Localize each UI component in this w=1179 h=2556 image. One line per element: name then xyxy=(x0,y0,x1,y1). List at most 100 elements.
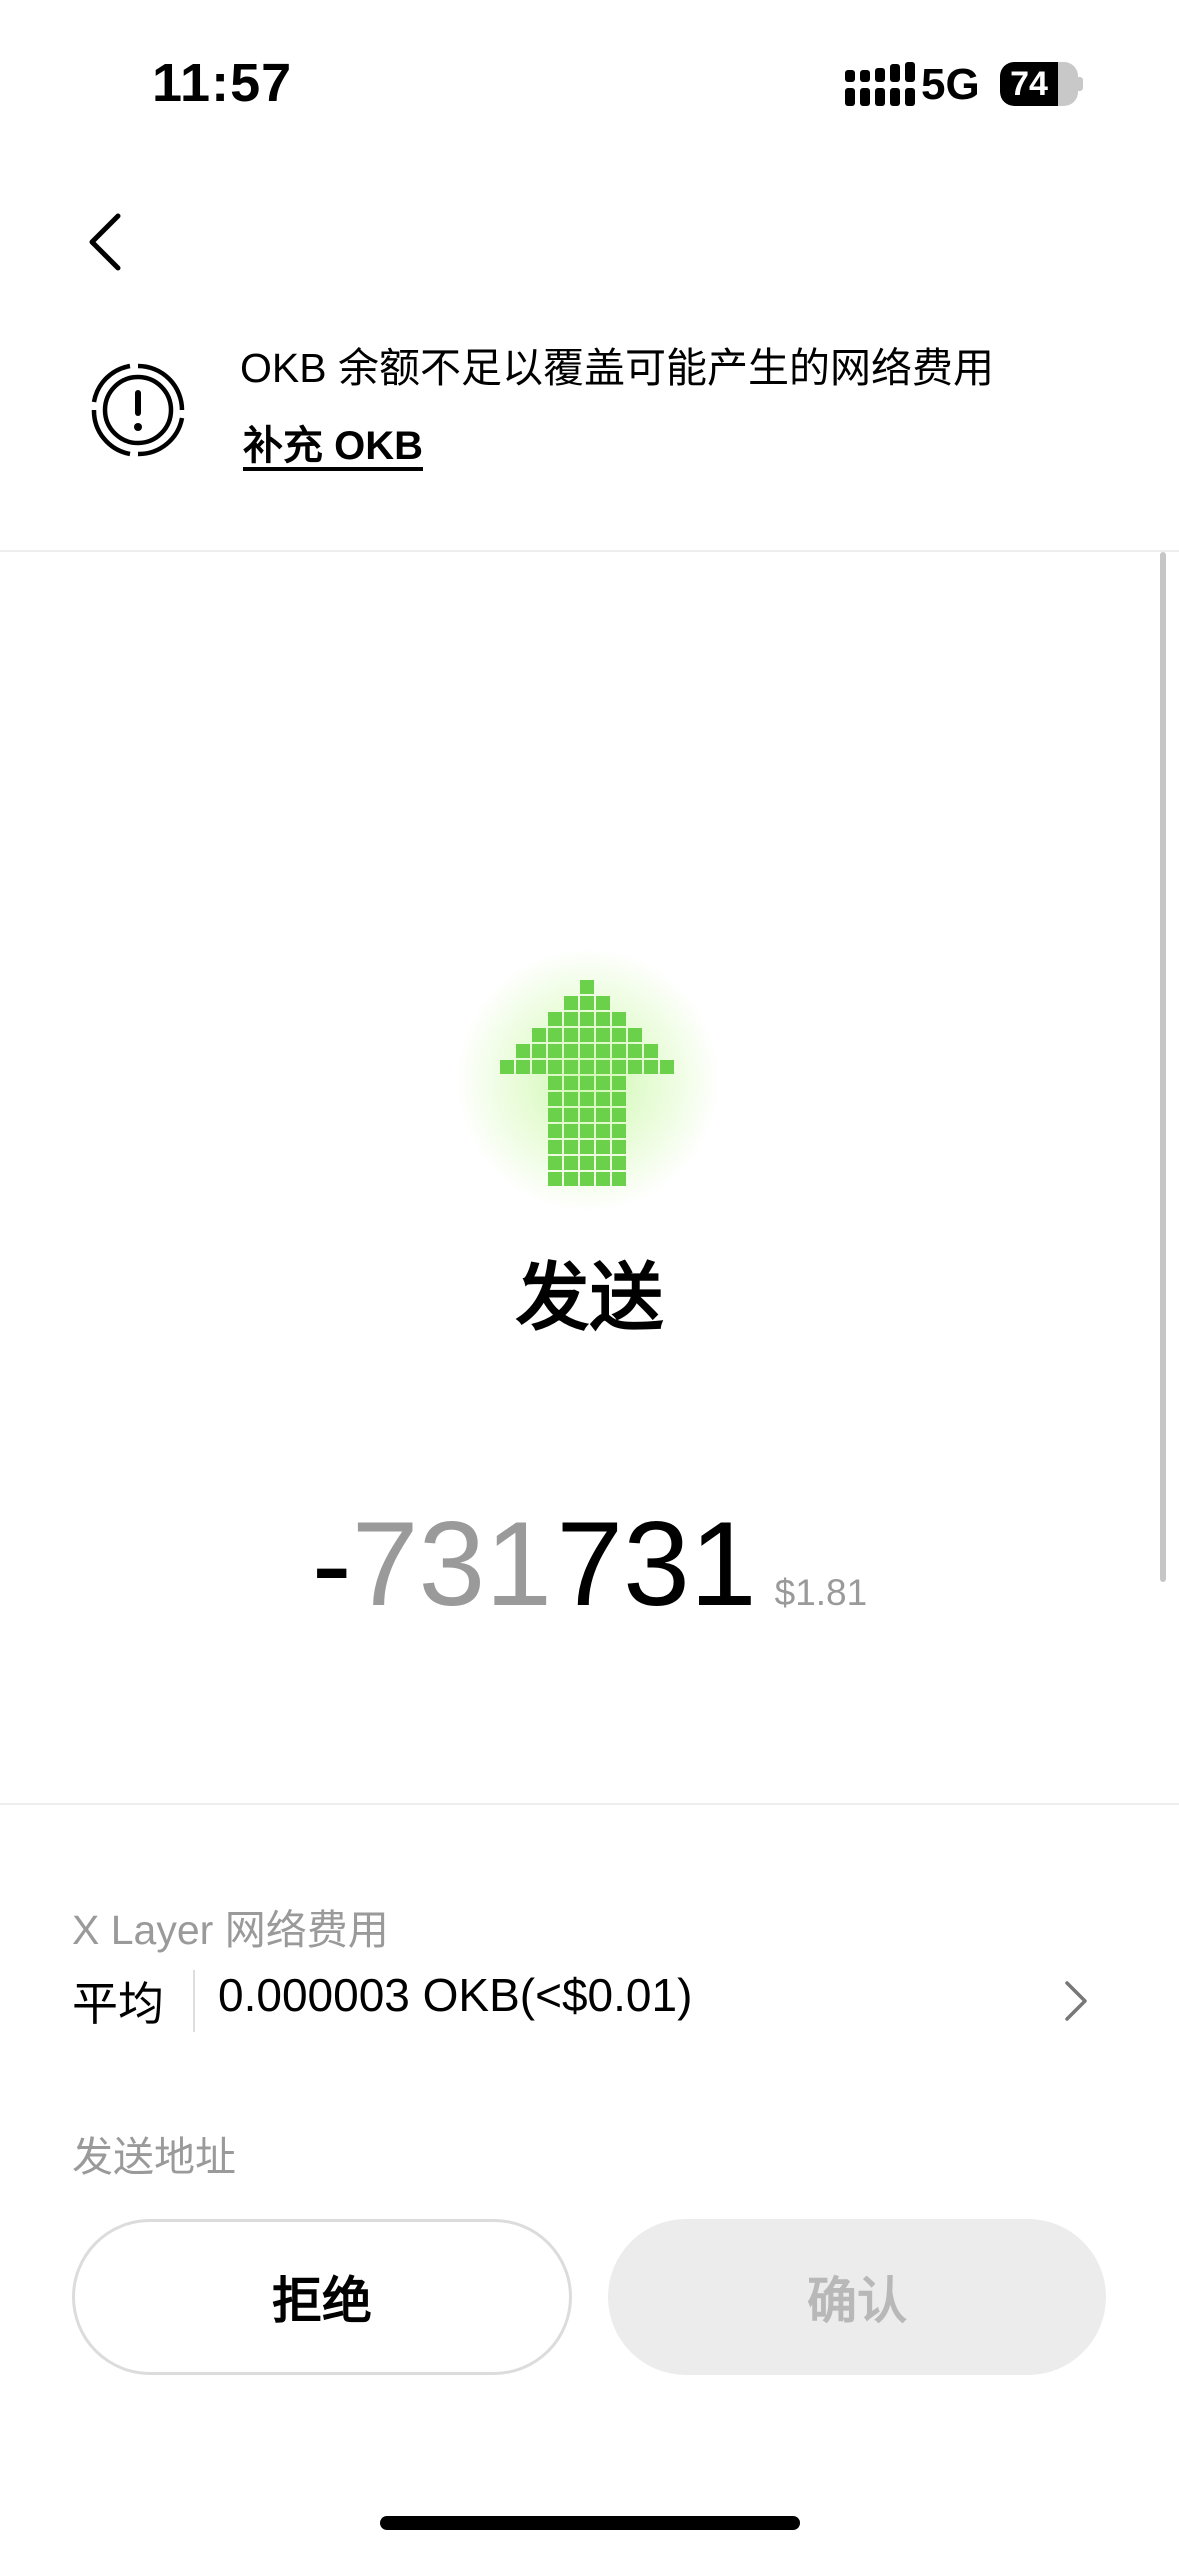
arrow-pixel xyxy=(596,1044,610,1058)
arrow-pixel xyxy=(612,1140,626,1154)
send-amount: -731 731 $1.81 xyxy=(0,1495,1179,1633)
divider xyxy=(0,1803,1179,1805)
fee-value[interactable]: 0.000003 OKB(<$0.01) xyxy=(218,1968,692,2022)
amount-usd-value: $1.81 xyxy=(774,1572,868,1613)
arrow-pixel xyxy=(516,1044,530,1058)
arrow-pixel xyxy=(596,1108,610,1122)
network-fee-label: X Layer 网络费用 xyxy=(72,1907,389,1953)
arrow-pixel xyxy=(564,996,578,1010)
amount-part-strong: 731 xyxy=(556,1497,757,1631)
arrow-pixel xyxy=(596,1140,610,1154)
arrow-pixel xyxy=(612,1172,626,1186)
arrow-pixel xyxy=(580,996,594,1010)
arrow-pixel xyxy=(564,1108,578,1122)
arrow-pixel xyxy=(596,1092,610,1106)
arrow-pixel xyxy=(580,1124,594,1138)
arrow-pixel xyxy=(580,1172,594,1186)
arrow-pixel xyxy=(548,1012,562,1026)
arrow-pixel xyxy=(628,1060,642,1074)
arrow-pixel xyxy=(532,1028,546,1042)
refresh-warning-icon xyxy=(91,363,185,457)
arrow-pixel xyxy=(564,1124,578,1138)
arrow-pixel xyxy=(564,1156,578,1170)
network-type: 5G xyxy=(921,60,980,109)
arrow-pixel xyxy=(564,1172,578,1186)
battery-percent: 74 xyxy=(1010,65,1048,103)
arrow-pixel xyxy=(612,1012,626,1026)
arrow-pixel xyxy=(564,1076,578,1090)
arrow-pixel xyxy=(628,1044,642,1058)
battery-icon: 74 xyxy=(1000,62,1078,106)
arrow-pixel xyxy=(516,1060,530,1074)
arrow-pixel xyxy=(532,1060,546,1074)
arrow-pixel xyxy=(580,1028,594,1042)
arrow-pixel xyxy=(580,980,594,994)
arrow-pixel xyxy=(564,1012,578,1026)
home-indicator[interactable] xyxy=(380,2516,800,2530)
arrow-pixel xyxy=(548,1108,562,1122)
arrow-pixel xyxy=(660,1060,674,1074)
amount-sign: - xyxy=(311,1497,352,1631)
arrow-pixel xyxy=(532,1044,546,1058)
arrow-pixel xyxy=(500,1060,514,1074)
fee-separator xyxy=(193,1970,195,2032)
transaction-type-title: 发送 xyxy=(515,1256,664,1339)
arrow-pixel xyxy=(564,1092,578,1106)
divider xyxy=(0,550,1179,552)
arrow-pixel xyxy=(612,1044,626,1058)
arrow-pixel xyxy=(612,1076,626,1090)
confirm-button[interactable]: 确认 xyxy=(608,2219,1106,2375)
arrow-pixel xyxy=(548,1060,562,1074)
amount-part-dim: 731 xyxy=(351,1497,552,1631)
arrow-pixel xyxy=(596,1012,610,1026)
arrow-pixel xyxy=(612,1092,626,1106)
arrow-pixel xyxy=(580,1140,594,1154)
arrow-pixel xyxy=(564,1140,578,1154)
arrow-pixel xyxy=(596,1028,610,1042)
arrow-pixel xyxy=(580,1012,594,1026)
arrow-pixel xyxy=(612,1108,626,1122)
arrow-pixel xyxy=(580,1108,594,1122)
arrow-pixel xyxy=(580,1156,594,1170)
insufficient-balance-message: OKB 余额不足以覆盖可能产生的网络费用 xyxy=(240,345,994,391)
top-up-okb-link[interactable]: 补充 OKB xyxy=(243,413,423,471)
arrow-pixel xyxy=(548,1076,562,1090)
arrow-pixel xyxy=(596,1124,610,1138)
status-time: 11:57 xyxy=(152,53,293,113)
fee-speed[interactable]: 平均 xyxy=(72,1968,164,2034)
arrow-pixel xyxy=(644,1060,658,1074)
arrow-pixel xyxy=(612,1156,626,1170)
arrow-pixel xyxy=(548,1172,562,1186)
arrow-pixel xyxy=(596,1060,610,1074)
arrow-pixel xyxy=(644,1044,658,1058)
scrollbar[interactable] xyxy=(1160,552,1166,1582)
arrow-pixel xyxy=(564,1044,578,1058)
arrow-pixel xyxy=(564,1060,578,1074)
arrow-pixel xyxy=(564,1028,578,1042)
arrow-pixel xyxy=(580,1060,594,1074)
arrow-pixel xyxy=(580,1092,594,1106)
battery-nub xyxy=(1078,77,1083,91)
arrow-pixel xyxy=(612,1060,626,1074)
send-arrow-icon xyxy=(500,980,674,1186)
arrow-pixel xyxy=(628,1028,642,1042)
arrow-pixel xyxy=(548,1156,562,1170)
arrow-pixel xyxy=(596,1076,610,1090)
arrow-pixel xyxy=(548,1124,562,1138)
arrow-pixel xyxy=(580,1076,594,1090)
chevron-right-icon[interactable] xyxy=(1062,1978,1090,2024)
reject-button[interactable]: 拒绝 xyxy=(72,2219,572,2375)
arrow-pixel xyxy=(596,996,610,1010)
arrow-pixel xyxy=(596,1156,610,1170)
arrow-pixel xyxy=(612,1028,626,1042)
arrow-pixel xyxy=(548,1140,562,1154)
arrow-pixel xyxy=(548,1028,562,1042)
arrow-pixel xyxy=(548,1044,562,1058)
arrow-pixel xyxy=(612,1124,626,1138)
back-chevron-icon[interactable] xyxy=(82,210,132,274)
arrow-pixel xyxy=(548,1092,562,1106)
send-address-label: 发送地址 xyxy=(72,2134,236,2180)
arrow-pixel xyxy=(580,1044,594,1058)
signal-icon xyxy=(845,62,915,106)
arrow-pixel xyxy=(596,1172,610,1186)
